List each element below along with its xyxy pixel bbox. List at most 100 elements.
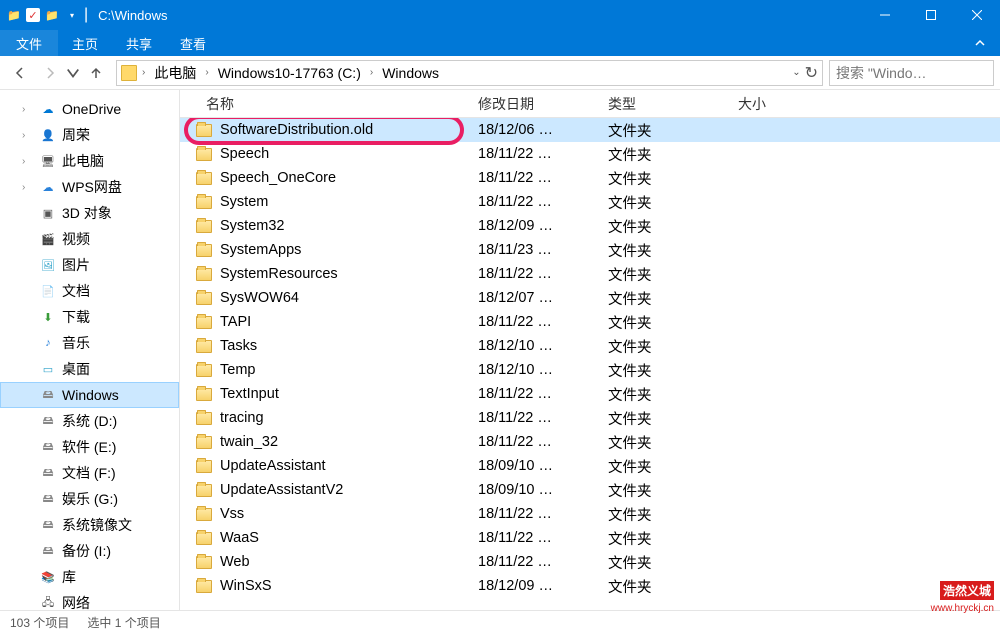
- file-type: 文件夹: [600, 480, 730, 501]
- breadcrumb-seg-2[interactable]: Windows: [376, 63, 445, 83]
- recent-dropdown[interactable]: [66, 59, 80, 87]
- tree-icon: 📄: [40, 283, 56, 299]
- file-row[interactable]: SystemResources18/11/22 …文件夹: [180, 262, 1000, 286]
- sidebar-item[interactable]: 📄文档: [0, 278, 179, 304]
- chevron-right-icon[interactable]: ›: [202, 67, 211, 78]
- file-row[interactable]: Temp18/12/10 …文件夹: [180, 358, 1000, 382]
- status-bar: 103 个项目 选中 1 个项目: [0, 610, 1000, 634]
- sidebar-item[interactable]: ›👤周荣: [0, 122, 179, 148]
- file-row[interactable]: SoftwareDistribution.old18/12/06 …文件夹: [180, 118, 1000, 142]
- sidebar-item[interactable]: 🖴娱乐 (G:): [0, 486, 179, 512]
- maximize-button[interactable]: [908, 0, 954, 30]
- address-bar[interactable]: › 此电脑› Windows10-17763 (C:)› Windows ⌄ ↻: [116, 60, 823, 86]
- menu-share[interactable]: 共享: [112, 30, 166, 56]
- sidebar-item[interactable]: ♪ 音乐: [0, 330, 179, 356]
- sidebar-item[interactable]: ⬇下载: [0, 304, 179, 330]
- ribbon-toggle[interactable]: [960, 30, 1000, 56]
- sidebar-item-label: 库: [62, 567, 76, 587]
- sidebar-item[interactable]: 🖴Windows: [0, 382, 179, 408]
- file-date: 18/11/22 …: [470, 170, 600, 186]
- menu-view[interactable]: 查看: [166, 30, 220, 56]
- file-date: 18/09/10 …: [470, 458, 600, 474]
- sidebar-item[interactable]: ›☁OneDrive: [0, 96, 179, 122]
- folder-icon: [196, 124, 212, 137]
- file-row[interactable]: TextInput18/11/22 …文件夹: [180, 382, 1000, 406]
- file-name: TAPI: [220, 314, 251, 330]
- tree-icon: ♪: [40, 335, 56, 351]
- file-name: SoftwareDistribution.old: [220, 122, 373, 138]
- chevron-right-icon[interactable]: ›: [139, 67, 148, 78]
- sidebar-item[interactable]: ▣3D 对象: [0, 200, 179, 226]
- sidebar-item[interactable]: ›🖥此电脑: [0, 148, 179, 174]
- up-button[interactable]: [82, 59, 110, 87]
- sidebar-item[interactable]: 🖴系统镜像文: [0, 512, 179, 538]
- sidebar-item-label: 网络: [62, 593, 90, 610]
- file-row[interactable]: SysWOW6418/12/07 …文件夹: [180, 286, 1000, 310]
- file-type: 文件夹: [600, 144, 730, 165]
- sidebar-item[interactable]: 📚库: [0, 564, 179, 590]
- tree-icon: 🖴: [40, 413, 56, 429]
- forward-button[interactable]: [36, 59, 64, 87]
- tree-icon: 🖧: [40, 595, 56, 610]
- sidebar-item[interactable]: 🎬视频: [0, 226, 179, 252]
- file-row[interactable]: Speech_OneCore18/11/22 …文件夹: [180, 166, 1000, 190]
- file-row[interactable]: twain_3218/11/22 …文件夹: [180, 430, 1000, 454]
- file-list[interactable]: SoftwareDistribution.old18/12/06 …文件夹Spe…: [180, 118, 1000, 610]
- file-name: UpdateAssistant: [220, 458, 326, 474]
- file-row[interactable]: Tasks18/12/10 …文件夹: [180, 334, 1000, 358]
- file-date: 18/12/10 …: [470, 338, 600, 354]
- file-row[interactable]: UpdateAssistant18/09/10 …文件夹: [180, 454, 1000, 478]
- file-row[interactable]: WinSxS18/12/09 …文件夹: [180, 574, 1000, 598]
- sidebar-item[interactable]: ▭桌面: [0, 356, 179, 382]
- sidebar-item[interactable]: ›☁WPS网盘: [0, 174, 179, 200]
- file-row[interactable]: TAPI18/11/22 …文件夹: [180, 310, 1000, 334]
- search-input[interactable]: 搜索 "Windo…: [829, 60, 994, 86]
- file-row[interactable]: Speech18/11/22 …文件夹: [180, 142, 1000, 166]
- sidebar-item[interactable]: 🖴软件 (E:): [0, 434, 179, 460]
- qat-icon-1[interactable]: ✓: [26, 8, 40, 22]
- tree-icon: 🖴: [40, 465, 56, 481]
- file-name: Tasks: [220, 338, 257, 354]
- file-row[interactable]: UpdateAssistantV218/09/10 …文件夹: [180, 478, 1000, 502]
- sidebar-item[interactable]: 🖧 网络: [0, 590, 179, 610]
- col-type[interactable]: 类型: [600, 94, 730, 114]
- minimize-button[interactable]: [862, 0, 908, 30]
- sidebar-item-label: OneDrive: [62, 101, 121, 117]
- file-date: 18/12/09 …: [470, 218, 600, 234]
- sidebar-item-label: 娱乐 (G:): [62, 489, 118, 509]
- sidebar-item[interactable]: 🖼图片: [0, 252, 179, 278]
- refresh-icon[interactable]: ↻: [805, 63, 818, 83]
- file-row[interactable]: System3218/12/09 …文件夹: [180, 214, 1000, 238]
- sidebar-item[interactable]: 🖴备份 (I:): [0, 538, 179, 564]
- menu-file[interactable]: 文件: [0, 30, 58, 56]
- file-row[interactable]: WaaS18/11/22 …文件夹: [180, 526, 1000, 550]
- col-name[interactable]: 名称: [180, 94, 470, 114]
- col-size[interactable]: 大小: [730, 94, 810, 114]
- file-date: 18/11/22 …: [470, 314, 600, 330]
- qat-dropdown-icon[interactable]: ▾: [64, 7, 80, 23]
- file-row[interactable]: Vss18/11/22 …文件夹: [180, 502, 1000, 526]
- file-row[interactable]: System18/11/22 …文件夹: [180, 190, 1000, 214]
- file-name: TextInput: [220, 386, 279, 402]
- back-button[interactable]: [6, 59, 34, 87]
- file-row[interactable]: tracing18/11/22 …文件夹: [180, 406, 1000, 430]
- close-button[interactable]: [954, 0, 1000, 30]
- file-row[interactable]: SystemApps18/11/23 …文件夹: [180, 238, 1000, 262]
- nav-toolbar: › 此电脑› Windows10-17763 (C:)› Windows ⌄ ↻…: [0, 56, 1000, 90]
- col-date[interactable]: 修改日期: [470, 94, 600, 114]
- sidebar-item[interactable]: 🖴文档 (F:): [0, 460, 179, 486]
- search-placeholder: 搜索 "Windo…: [836, 63, 927, 83]
- tree-icon: ▭: [40, 361, 56, 377]
- chevron-right-icon[interactable]: ›: [367, 67, 376, 78]
- menu-home[interactable]: 主页: [58, 30, 112, 56]
- sidebar-item[interactable]: 🖴系统 (D:): [0, 408, 179, 434]
- file-type: 文件夹: [600, 360, 730, 381]
- qat-icon-2[interactable]: 📁: [44, 7, 60, 23]
- breadcrumb-seg-0[interactable]: 此电脑: [148, 61, 202, 85]
- sidebar-item-label: 音乐: [62, 333, 90, 353]
- file-row[interactable]: Web18/11/22 …文件夹: [180, 550, 1000, 574]
- chevron-down-icon[interactable]: ⌄: [792, 67, 800, 78]
- file-type: 文件夹: [600, 408, 730, 429]
- tree-icon: ▣: [40, 205, 56, 221]
- breadcrumb-seg-1[interactable]: Windows10-17763 (C:): [212, 63, 367, 83]
